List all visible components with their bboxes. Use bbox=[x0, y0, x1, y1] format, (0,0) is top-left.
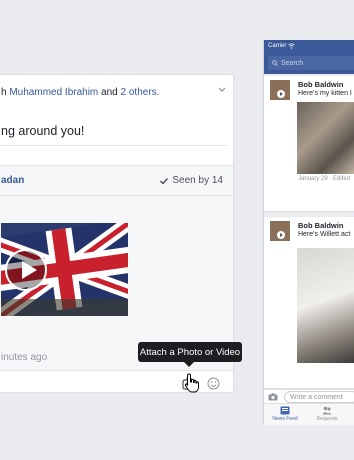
attach-tooltip: Attach a Photo or Video bbox=[138, 342, 242, 367]
post-photo[interactable] bbox=[297, 248, 354, 363]
search-placeholder: Search bbox=[281, 59, 304, 67]
post-photo[interactable] bbox=[297, 102, 354, 174]
status-bar: Carrier bbox=[264, 40, 354, 52]
seen-label: Seen by 14 bbox=[172, 175, 223, 186]
tab-label: News Feed bbox=[272, 416, 298, 422]
thread-header: adan Seen by 14 bbox=[0, 166, 233, 196]
checkmark-icon bbox=[160, 177, 169, 185]
post-date: January 29 · Edited bbox=[298, 176, 351, 182]
wifi-icon bbox=[288, 43, 296, 49]
tab-bar: News Feed Requests bbox=[264, 403, 354, 425]
tab-news-feed[interactable]: News Feed bbox=[267, 406, 303, 422]
friend-requests-icon bbox=[322, 406, 332, 415]
hand-cursor-icon bbox=[184, 373, 199, 393]
others-link[interactable]: 2 others. bbox=[121, 87, 160, 98]
play-icon bbox=[277, 231, 285, 239]
play-icon[interactable] bbox=[5, 249, 47, 291]
post-caption: Here's Willett act bbox=[298, 231, 351, 238]
author-name[interactable]: Bob Baldwin bbox=[298, 221, 343, 230]
news-feed-icon bbox=[280, 406, 290, 415]
chevron-down-icon[interactable] bbox=[217, 85, 227, 95]
camera-icon[interactable] bbox=[268, 393, 278, 401]
tagged-person-link[interactable]: Muhammed Ibrahim bbox=[9, 87, 98, 98]
feed-post[interactable]: Bob Baldwin Here's my kitten I January 2… bbox=[264, 76, 354, 212]
feed-post[interactable]: Bob Baldwin Here's Willett act bbox=[264, 217, 354, 389]
post-caption: Here's my kitten I bbox=[298, 90, 352, 97]
tab-requests[interactable]: Requests bbox=[309, 406, 345, 422]
carrier-label: Carrier bbox=[268, 43, 287, 49]
video-attachment[interactable] bbox=[1, 223, 128, 316]
tagged-line: h Muhammed Ibrahim and 2 others. bbox=[1, 87, 159, 98]
post-header: h Muhammed Ibrahim and 2 others. ng arou… bbox=[0, 75, 233, 165]
tab-label: Requests bbox=[316, 416, 338, 422]
timestamp: inutes ago bbox=[1, 352, 48, 363]
comment-bar: Write a comment bbox=[264, 389, 354, 403]
search-icon bbox=[272, 60, 278, 66]
and-text: and bbox=[98, 87, 121, 98]
participant-name-link[interactable]: adan bbox=[1, 175, 24, 186]
search-input[interactable]: Search bbox=[268, 56, 354, 70]
comment-input[interactable]: Write a comment bbox=[284, 391, 354, 403]
mobile-app: Carrier Search Bob Baldwin Here's my kit… bbox=[263, 40, 354, 425]
play-icon bbox=[277, 90, 285, 98]
seen-indicator: Seen by 14 bbox=[159, 175, 223, 186]
post-text: ng around you! bbox=[1, 124, 85, 138]
smiley-icon[interactable] bbox=[207, 377, 220, 390]
divider bbox=[1, 145, 227, 146]
author-name[interactable]: Bob Baldwin bbox=[298, 80, 343, 89]
navigation-bar: Search bbox=[264, 52, 354, 74]
